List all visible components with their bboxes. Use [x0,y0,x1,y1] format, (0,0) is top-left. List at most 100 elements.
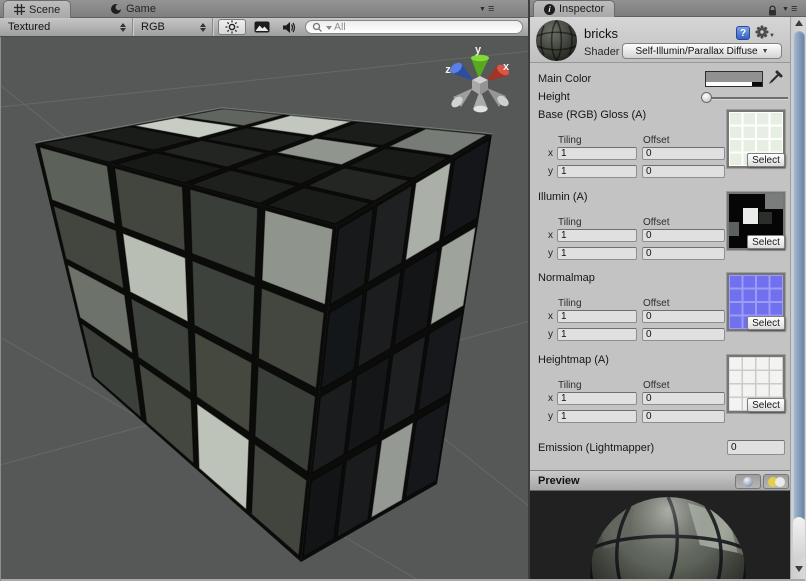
search-input[interactable] [334,21,504,33]
gizmo-y-axis-cone[interactable] [471,55,489,79]
select-texture-button[interactable]: Select [747,235,785,249]
emission-label: Emission (Lightmapper) [538,442,654,454]
eyedropper-icon[interactable] [767,69,784,86]
scene-lighting-toggle[interactable] [218,19,246,35]
grid-icon [14,4,25,15]
height-slider-knob[interactable] [701,92,712,103]
select-texture-button[interactable]: Select [747,153,785,167]
gear-icon [755,25,769,39]
color-mode-dropdown[interactable]: RGB [133,18,213,36]
main-color-label: Main Color [538,73,591,85]
gizmo-center-cube[interactable] [472,76,488,95]
x-row-label: x [548,393,553,404]
textured-cube-object[interactable] [35,108,492,562]
x-row-label: x [548,230,553,241]
section-title: Illumin (A) [538,191,588,203]
x-row-label: x [548,311,553,322]
render-mode-dropdown[interactable]: Textured [0,18,133,36]
shader-dropdown-value: Self-Illumin/Parallax Diffuse [635,46,757,57]
texture-section-normalmap: Normalmap Tiling Offset x y Select [530,272,790,352]
tiling-y-input[interactable] [557,328,637,341]
y-row-label: y [548,329,553,340]
height-label: Height [538,91,570,103]
offset-x-input[interactable] [642,392,725,405]
scene-audio-toggle[interactable] [277,19,301,35]
inspector-panel-menu-icon[interactable]: ▼≡ [782,2,798,16]
search-icon [312,22,324,33]
tiling-header: Tiling [558,380,582,391]
chevron-down-icon: ▼ [769,33,775,39]
scene-panel-menu-icon[interactable]: ▼≡ [479,2,495,16]
inspector-panel: bricks Shader Self-Illumin/Parallax Diff… [530,17,790,581]
offset-y-input[interactable] [642,247,725,260]
preview-lighting-toggle-button[interactable] [763,474,789,489]
tiling-y-input[interactable] [557,247,637,260]
sun-icon [225,20,239,34]
offset-y-input[interactable] [642,165,725,178]
texture-section-heightmap: Heightmap (A) Tiling Offset x y Select [530,354,790,434]
scene-viewport[interactable]: y x z [0,37,530,581]
main-color-swatch[interactable] [705,71,763,87]
section-title: Heightmap (A) [538,354,609,366]
tiling-x-input[interactable] [557,392,637,405]
color-mode-value: RGB [141,21,165,33]
offset-x-input[interactable] [642,147,725,160]
section-title: Normalmap [538,272,595,284]
material-header: bricks Shader Self-Illumin/Parallax Diff… [530,17,790,63]
inspector-scrollbar[interactable] [790,17,806,581]
select-texture-button[interactable]: Select [747,316,785,330]
sphere-icon [743,477,753,487]
scene-tabbar: Scene Game ▼≡ [0,0,530,18]
gizmo-x-label: x [503,61,510,73]
tiling-header: Tiling [558,135,582,146]
offset-y-input[interactable] [642,410,725,423]
gizmo-z-axis-cone[interactable] [448,61,474,81]
height-slider-track[interactable] [702,97,788,99]
scene-search-field[interactable] [305,20,523,34]
offset-header: Offset [643,298,670,309]
preview-title: Preview [538,475,580,487]
tab-scene[interactable]: Scene [3,0,71,18]
help-book-icon[interactable]: ? [736,26,750,40]
chevron-down-icon: ▼ [762,48,769,55]
updown-arrows-icon [200,23,206,32]
inspector-tabbar: i Inspector ▼≡ [530,0,806,17]
x-row-label: x [548,148,553,159]
tiling-x-input[interactable] [557,310,637,323]
offset-x-input[interactable] [642,229,725,242]
offset-header: Offset [643,135,670,146]
unity-game-icon [110,3,122,15]
scrollbar-thumb[interactable] [793,31,805,523]
scroll-up-arrow-icon[interactable] [795,20,803,26]
material-preview-sphere [530,491,790,581]
updown-arrows-icon [120,23,126,32]
tiling-x-input[interactable] [557,229,637,242]
offset-y-input[interactable] [642,328,725,341]
window-edge [0,37,1,581]
preview-header[interactable]: Preview [530,470,790,491]
scene-toolbar: Textured RGB [0,18,530,37]
material-name: bricks [584,26,618,41]
tiling-y-input[interactable] [557,410,637,423]
preview-area[interactable] [530,491,790,581]
tiling-x-input[interactable] [557,147,637,160]
tiling-y-input[interactable] [557,165,637,178]
offset-header: Offset [643,217,670,228]
two-dots-icon [768,477,784,487]
tab-game-label: Game [126,3,156,15]
emission-input[interactable] [727,440,785,455]
tab-game[interactable]: Game [100,0,166,18]
offset-header: Offset [643,380,670,391]
tab-inspector[interactable]: i Inspector [533,0,615,17]
material-settings-button[interactable]: ▼ [755,25,775,40]
image-icon [254,21,270,33]
offset-x-input[interactable] [642,310,725,323]
tiling-header: Tiling [558,298,582,309]
select-texture-button[interactable]: Select [747,398,785,412]
scene-skybox-toggle[interactable] [250,19,274,35]
tab-inspector-label: Inspector [559,3,604,15]
y-row-label: y [548,166,553,177]
shader-dropdown[interactable]: Self-Illumin/Parallax Diffuse ▼ [622,43,782,59]
preview-sphere-mode-button[interactable] [735,474,761,489]
scroll-down-arrow-icon[interactable] [795,566,803,572]
